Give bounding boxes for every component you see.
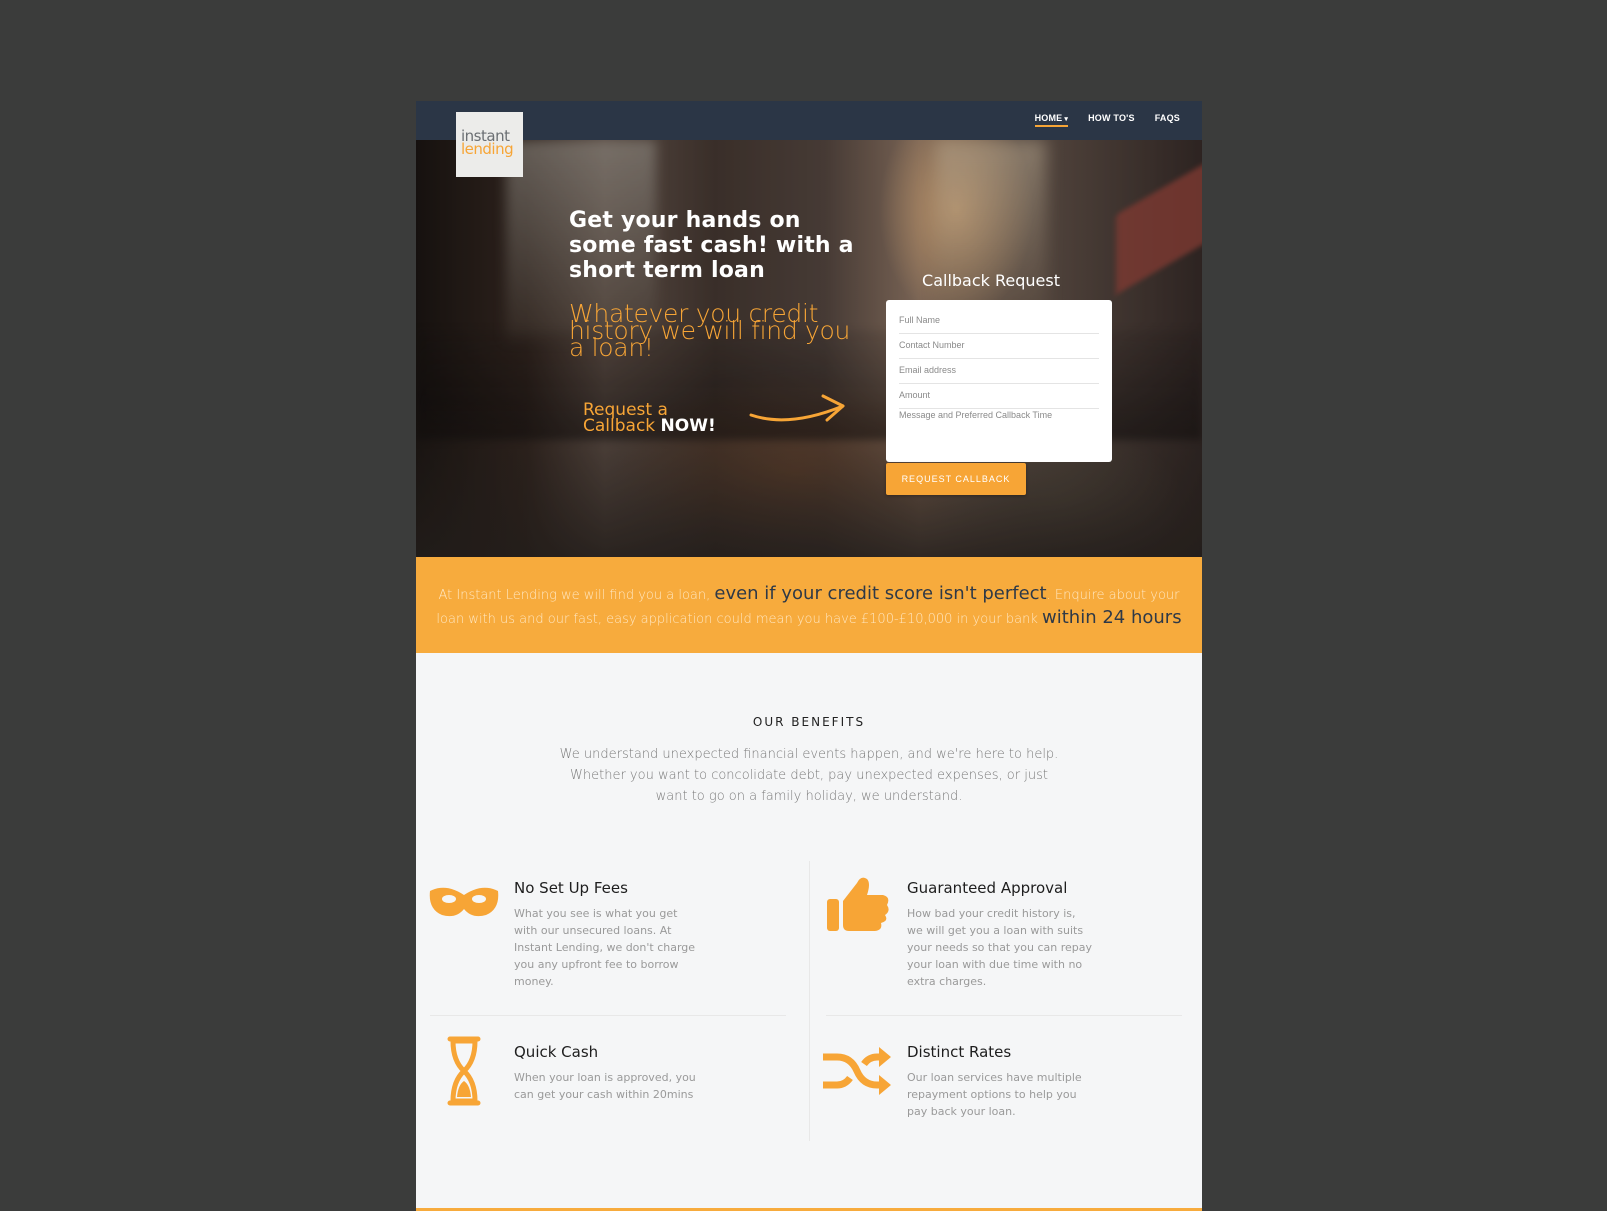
nav-item-home[interactable]: HOME ▾ bbox=[1034, 113, 1069, 127]
brand-logo[interactable]: instant lending bbox=[456, 112, 523, 177]
benefit-text: How bad your credit history is, we will … bbox=[907, 907, 1092, 988]
nav-item-faqs[interactable]: FAQS bbox=[1155, 113, 1180, 127]
benefit-text: Our loan services have multiple repaymen… bbox=[907, 1071, 1082, 1118]
hero-section: Get your hands on some fast cash! with a… bbox=[416, 140, 1202, 557]
main-nav: HOME ▾ HOW TO'S FAQS bbox=[1034, 113, 1180, 127]
contact-number-field bbox=[899, 335, 1099, 359]
benefit-text: When your loan is approved, you can get … bbox=[514, 1071, 696, 1101]
full-name-input[interactable] bbox=[899, 315, 1099, 325]
benefit-text: What you see is what you get with our un… bbox=[514, 907, 696, 988]
benefit-title: Distinct Rates bbox=[907, 1043, 1012, 1061]
promo-text: At Instant Lending we will find you a lo… bbox=[428, 583, 1190, 631]
promo-highlight-credit: even if your credit score isn't perfect bbox=[714, 583, 1047, 604]
promo-part1: At Instant Lending we will find you a lo… bbox=[438, 588, 715, 603]
thumbs-up-icon bbox=[827, 877, 889, 931]
message-field bbox=[899, 410, 1099, 450]
landing-page: HOME ▾ HOW TO'S FAQS instant lending Get … bbox=[416, 101, 1202, 1211]
promo-band: At Instant Lending we will find you a lo… bbox=[416, 557, 1202, 653]
hero-cta-prefix: Request a Callback bbox=[583, 400, 668, 436]
hero-cta-text: Request a Callback NOW! bbox=[583, 400, 733, 436]
full-name-field bbox=[899, 310, 1099, 334]
benefit-title: No Set Up Fees bbox=[514, 879, 628, 897]
nav-item-how-tos[interactable]: HOW TO'S bbox=[1088, 113, 1135, 127]
request-callback-button[interactable]: REQUEST CALLBACK bbox=[886, 463, 1026, 495]
callback-form bbox=[886, 300, 1112, 462]
hero-cta-strong: NOW! bbox=[660, 416, 716, 436]
nav-home-label: HOME bbox=[1034, 113, 1063, 123]
benefits-divider-right bbox=[826, 1015, 1182, 1016]
hero-subtitle: Whatever you credit history we will find… bbox=[569, 299, 851, 362]
benefits-intro: We understand unexpected financial event… bbox=[559, 747, 1059, 804]
benefit-title: Guaranteed Approval bbox=[907, 879, 1068, 897]
amount-field bbox=[899, 385, 1099, 409]
contact-number-input[interactable] bbox=[899, 340, 1099, 350]
amount-input[interactable] bbox=[899, 390, 1099, 400]
email-input[interactable] bbox=[899, 365, 1099, 375]
shuffle-icon bbox=[823, 1047, 891, 1095]
benefits-divider-left bbox=[430, 1015, 786, 1016]
callback-title: Callback Request bbox=[922, 271, 1060, 290]
benefits-title: OUR BENEFITS bbox=[752, 715, 866, 729]
email-field bbox=[899, 360, 1099, 384]
benefits-divider-vertical bbox=[809, 861, 810, 1141]
hourglass-icon bbox=[447, 1036, 481, 1106]
top-navbar: HOME ▾ HOW TO'S FAQS bbox=[416, 101, 1202, 140]
hero-title: Get your hands on some fast cash! with a… bbox=[569, 208, 854, 283]
benefit-title: Quick Cash bbox=[514, 1043, 599, 1061]
mask-icon bbox=[429, 887, 499, 917]
arrow-right-icon bbox=[749, 394, 845, 422]
logo-text-lending: lending bbox=[461, 140, 514, 158]
chevron-down-icon: ▾ bbox=[1064, 116, 1069, 123]
promo-highlight-time: within 24 hours bbox=[1042, 607, 1182, 628]
message-textarea[interactable] bbox=[899, 410, 1099, 446]
